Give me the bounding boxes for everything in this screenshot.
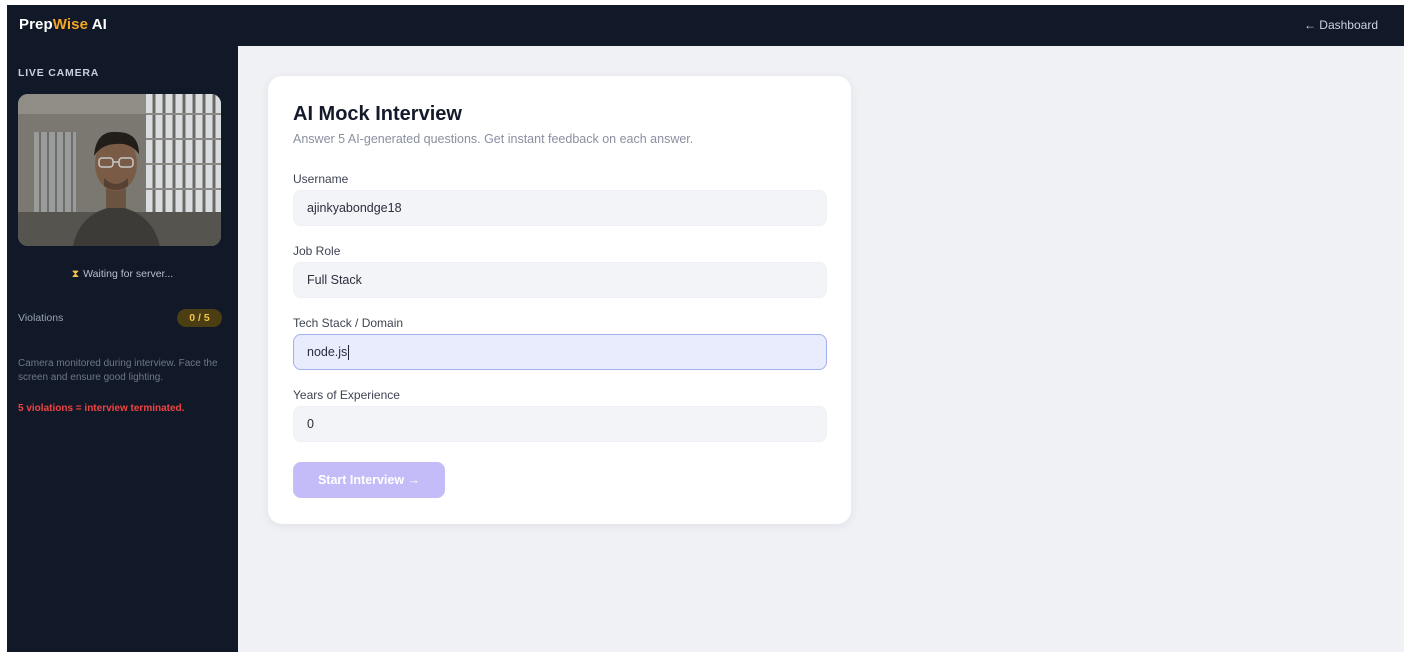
tech-stack-field[interactable]: node.js	[293, 334, 827, 370]
username-label: Username	[293, 172, 349, 186]
brand-suffix: AI	[88, 16, 107, 33]
tech-stack-label: Tech Stack / Domain	[293, 316, 404, 330]
hourglass-icon: ⧗	[71, 268, 80, 280]
tech-stack-value: node.js	[307, 345, 348, 359]
status-text: Waiting for server...	[83, 268, 174, 280]
username-field[interactable]: ajinkyabondge18	[293, 190, 827, 226]
experience-field[interactable]: 0	[293, 406, 827, 442]
text-caret	[348, 345, 350, 361]
start-interview-button[interactable]: Start Interview →	[293, 462, 445, 498]
interview-setup-card: AI Mock Interview Answer 5 AI-generated …	[268, 76, 851, 524]
violations-badge: 0 / 5	[177, 309, 222, 327]
brand-accent: Wise	[52, 16, 89, 33]
camera-title: LIVE CAMERA	[18, 67, 100, 79]
job-role-label: Job Role	[293, 244, 341, 258]
job-role-field[interactable]: Full Stack	[293, 262, 827, 298]
violations-label: Violations	[18, 312, 64, 324]
violation-warning: 5 violations = interview terminated.	[18, 403, 185, 414]
brand-prefix: Prep	[19, 16, 53, 33]
brand-logo[interactable]: PrepWise AI	[19, 16, 107, 33]
app-frame: PrepWise AI ← Dashboard LIVE CAMERA ⧗ Wa…	[7, 5, 1404, 652]
webcam-feed-image	[18, 94, 221, 246]
experience-label: Years of Experience	[293, 388, 400, 402]
proctor-sidebar: LIVE CAMERA ⧗ Waiting for server... Viol…	[7, 46, 238, 652]
page-title: AI Mock Interview	[293, 103, 462, 125]
proctor-note: Camera monitored during interview. Face …	[18, 358, 218, 383]
page-subtitle: Answer 5 AI-generated questions. Get ins…	[293, 132, 694, 146]
top-navbar: PrepWise AI ← Dashboard	[7, 5, 1404, 46]
webcam-feed	[18, 94, 221, 246]
connection-status: ⧗ Waiting for server...	[7, 268, 238, 281]
dashboard-link[interactable]: ← Dashboard	[1304, 18, 1378, 32]
